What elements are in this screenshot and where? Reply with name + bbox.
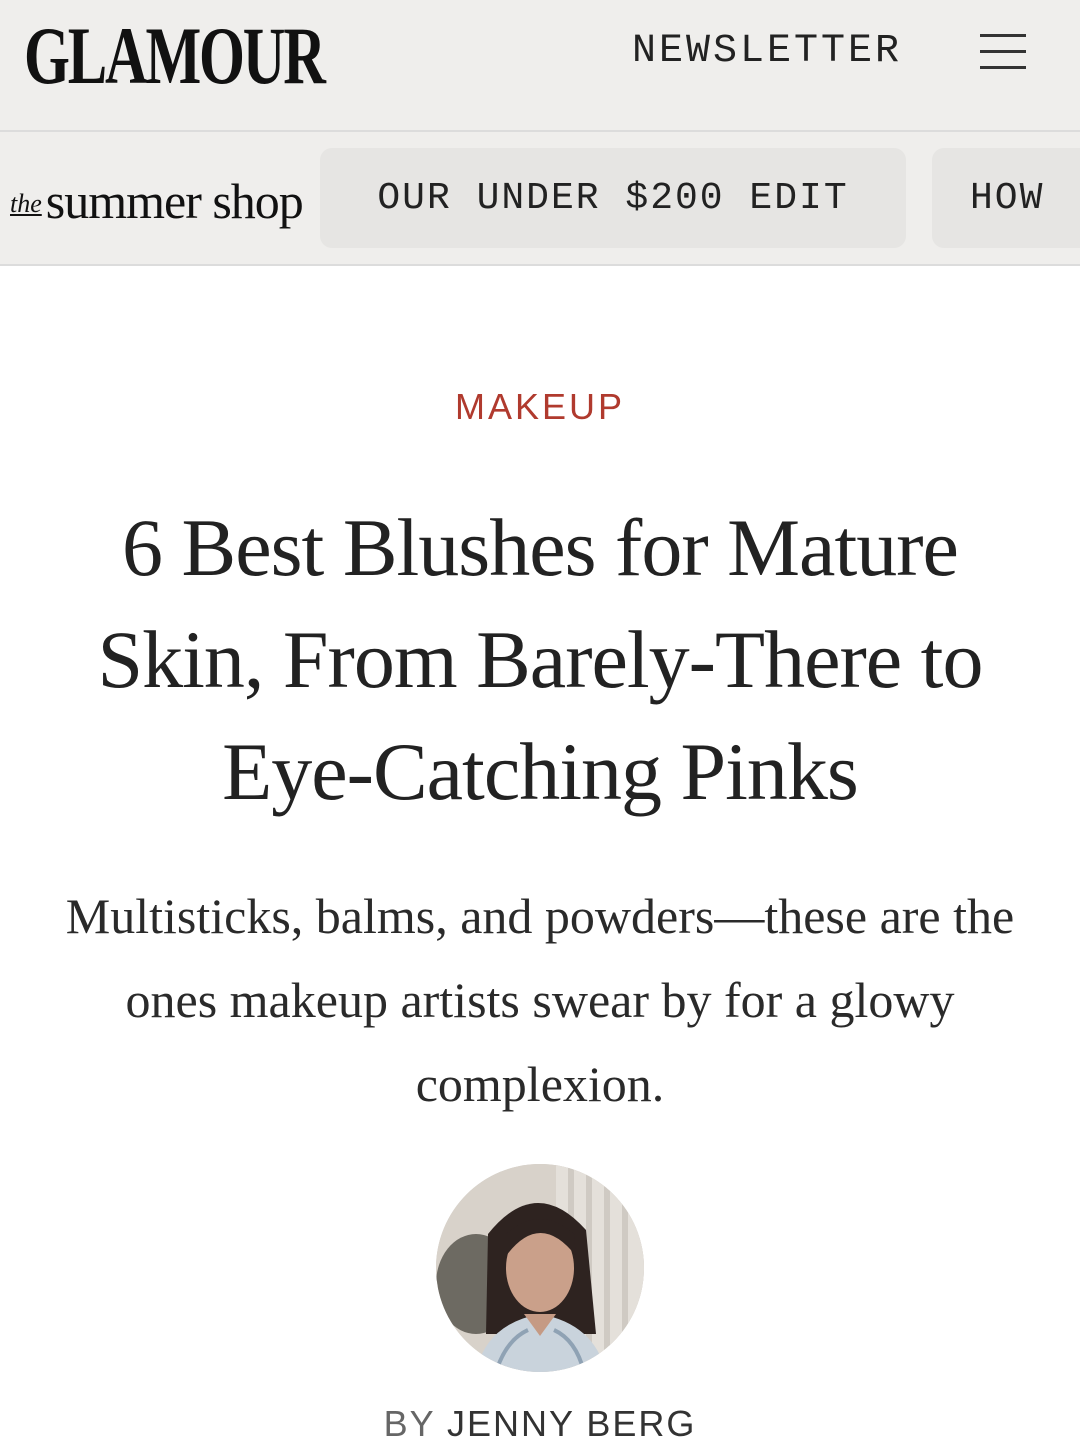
article-dek: Multisticks, balms, and powders—these ar… <box>65 888 1015 1112</box>
site-header: GLAMOUR NEWSLETTER <box>0 0 1080 132</box>
byline-prefix: BY <box>383 1403 435 1444</box>
site-logo[interactable]: GLAMOUR <box>24 14 326 98</box>
author-photo <box>436 1164 644 1372</box>
nav-chip-under-200-edit[interactable]: OUR UNDER $200 EDIT <box>320 148 906 248</box>
newsletter-link[interactable]: NEWSLETTER <box>632 30 902 74</box>
hamburger-menu-icon[interactable] <box>980 34 1026 70</box>
summer-shop-prefix: the <box>10 189 42 218</box>
summer-shop-label: summer shop <box>45 173 304 229</box>
summer-shop-link[interactable]: thesummer shop <box>10 172 304 230</box>
article-title: 6 Best Blushes for Mature Skin, From Bar… <box>97 502 984 817</box>
author-byline[interactable]: BY JENNY BERG <box>0 1404 1080 1444</box>
article-category[interactable]: MAKEUP <box>0 386 1080 428</box>
secondary-nav: thesummer shop OUR UNDER $200 EDIT HOW <box>0 132 1080 266</box>
nav-chip-how[interactable]: HOW <box>932 148 1080 248</box>
author-name[interactable]: JENNY BERG <box>447 1403 696 1444</box>
author-avatar[interactable] <box>436 1164 644 1372</box>
